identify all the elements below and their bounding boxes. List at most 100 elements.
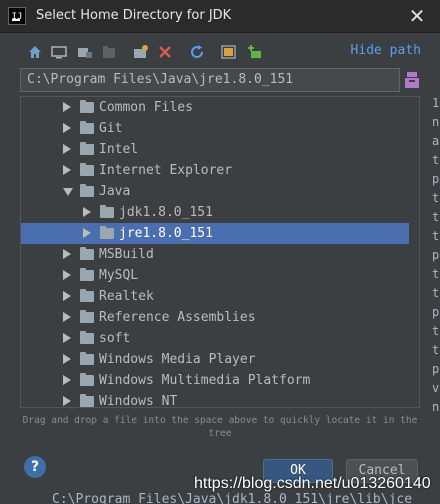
tree-row-label: Intel (99, 142, 139, 157)
dialog-window: IJ Select Home Directory for JDK ✕ Hide … (0, 0, 440, 504)
chevron-down-icon[interactable] (63, 188, 73, 196)
chevron-right-icon[interactable] (63, 144, 71, 154)
project-icon[interactable] (76, 43, 94, 61)
tree-row[interactable]: Windows NT (21, 391, 409, 408)
refresh-icon[interactable] (188, 43, 206, 61)
background-char: t (432, 153, 440, 167)
home-icon[interactable] (26, 43, 44, 61)
dialog-title: Select Home Directory for JDK (36, 8, 232, 23)
folder-icon (100, 226, 114, 239)
chevron-right-icon[interactable] (63, 396, 71, 406)
tree-row-label: Reference Assemblies (99, 310, 256, 325)
tree-row-label: jre1.8.0_151 (119, 226, 213, 241)
background-char: t (432, 267, 440, 281)
chevron-right-icon[interactable] (63, 375, 71, 385)
intellij-app-icon: IJ (8, 7, 26, 25)
tree-row[interactable]: jdk1.8.0_151 (21, 202, 409, 223)
new-folder-icon[interactable] (132, 43, 150, 61)
watermark-text: https://blog.csdn.net/u013260140 (194, 475, 431, 492)
delete-icon[interactable] (156, 43, 174, 61)
chevron-right-icon[interactable] (63, 270, 71, 280)
chevron-right-icon[interactable] (63, 249, 71, 259)
folder-icon (80, 352, 94, 365)
tree-row[interactable]: Reference Assemblies (21, 307, 409, 328)
chevron-right-icon[interactable] (63, 102, 71, 112)
chevron-right-icon[interactable] (63, 165, 71, 175)
tree-row[interactable]: Windows Media Player (21, 349, 409, 370)
background-char: p (432, 172, 440, 186)
chevron-right-icon[interactable] (63, 312, 71, 322)
tree-row-label: Windows Media Player (99, 352, 256, 367)
tree-row-label: Internet Explorer (99, 163, 233, 178)
folder-icon (100, 205, 114, 218)
background-char: a (432, 134, 440, 148)
background-char: t (432, 210, 440, 224)
folder-icon (80, 142, 94, 155)
tree-row[interactable]: Realtek (21, 286, 409, 307)
background-char: 1 (432, 96, 440, 110)
tree-row[interactable]: Common Files (21, 97, 409, 118)
background-char: p (432, 305, 440, 319)
background-char: t (432, 286, 440, 300)
background-char: p (432, 248, 440, 262)
folder-icon (80, 121, 94, 134)
folder-icon (80, 184, 94, 197)
folder-icon (80, 331, 94, 344)
tree-row[interactable]: soft (21, 328, 409, 349)
chevron-right-icon[interactable] (83, 207, 91, 217)
path-input[interactable]: C:\Program Files\Java\jre1.8.0_151 (20, 68, 400, 92)
tree-row-label: Realtek (99, 289, 154, 304)
tree-row[interactable]: jre1.8.0_151 (21, 223, 409, 244)
tree-row[interactable]: MySQL (21, 265, 409, 286)
folder-icon (80, 310, 94, 323)
background-char: n (432, 115, 440, 129)
drag-drop-hint: Drag and drop a file into the space abov… (22, 415, 418, 439)
tree-row-label: Windows Multimedia Platform (99, 373, 311, 388)
folder-icon (80, 100, 94, 113)
tree-row[interactable]: Intel (21, 139, 409, 160)
tree-row[interactable]: Internet Explorer (21, 160, 409, 181)
background-char: t (432, 191, 440, 205)
tree-row-label: Java (99, 184, 131, 199)
title-bar: IJ Select Home Directory for JDK ✕ (0, 0, 440, 33)
chevron-right-icon[interactable] (63, 354, 71, 364)
folder-icon (80, 394, 94, 407)
chevron-right-icon[interactable] (63, 291, 71, 301)
desktop-icon[interactable] (50, 43, 68, 61)
background-char: t (432, 324, 440, 338)
close-icon[interactable]: ✕ (404, 3, 430, 29)
hide-path-link[interactable]: Hide path (351, 43, 421, 58)
tree-row-label: MySQL (99, 268, 139, 283)
tree-row-label: Git (99, 121, 123, 136)
tree-row-label: Windows NT (99, 394, 178, 408)
new-item-icon[interactable] (246, 43, 264, 61)
folder-icon (80, 373, 94, 386)
tree-row-label: Common Files (99, 100, 193, 115)
folder-icon (80, 247, 94, 260)
folder-icon (80, 163, 94, 176)
tree-row-label: MSBuild (99, 247, 154, 262)
background-char: t (432, 343, 440, 357)
tree-row[interactable]: Windows Multimedia Platform (21, 370, 409, 391)
chevron-right-icon[interactable] (83, 228, 91, 238)
tree-row-label: soft (99, 331, 131, 346)
background-char: p (432, 362, 440, 376)
background-char: v (432, 381, 440, 395)
tree-row-label: jdk1.8.0_151 (119, 205, 213, 220)
tree-row[interactable]: MSBuild (21, 244, 409, 265)
chevron-right-icon[interactable] (63, 123, 71, 133)
background-path-text: C:\Program Files\Java\jdk1.8.0_151\jre\l… (52, 492, 413, 504)
help-button[interactable]: ? (24, 456, 46, 478)
background-char: n (432, 400, 440, 414)
folder-icon (80, 289, 94, 302)
show-hidden-icon[interactable] (220, 43, 238, 61)
background-char: t (432, 229, 440, 243)
folder-icon (80, 268, 94, 281)
tree-row[interactable]: Git (21, 118, 409, 139)
tree-row[interactable]: Java (21, 181, 409, 202)
background-editor-edge: 1natptttpttpttpvn (430, 96, 440, 426)
path-history-icon[interactable] (404, 70, 420, 90)
directory-tree[interactable]: Common Files Git Intel Internet Explorer Jav… (20, 96, 420, 408)
chevron-right-icon[interactable] (63, 333, 71, 343)
module-icon[interactable] (100, 43, 118, 61)
